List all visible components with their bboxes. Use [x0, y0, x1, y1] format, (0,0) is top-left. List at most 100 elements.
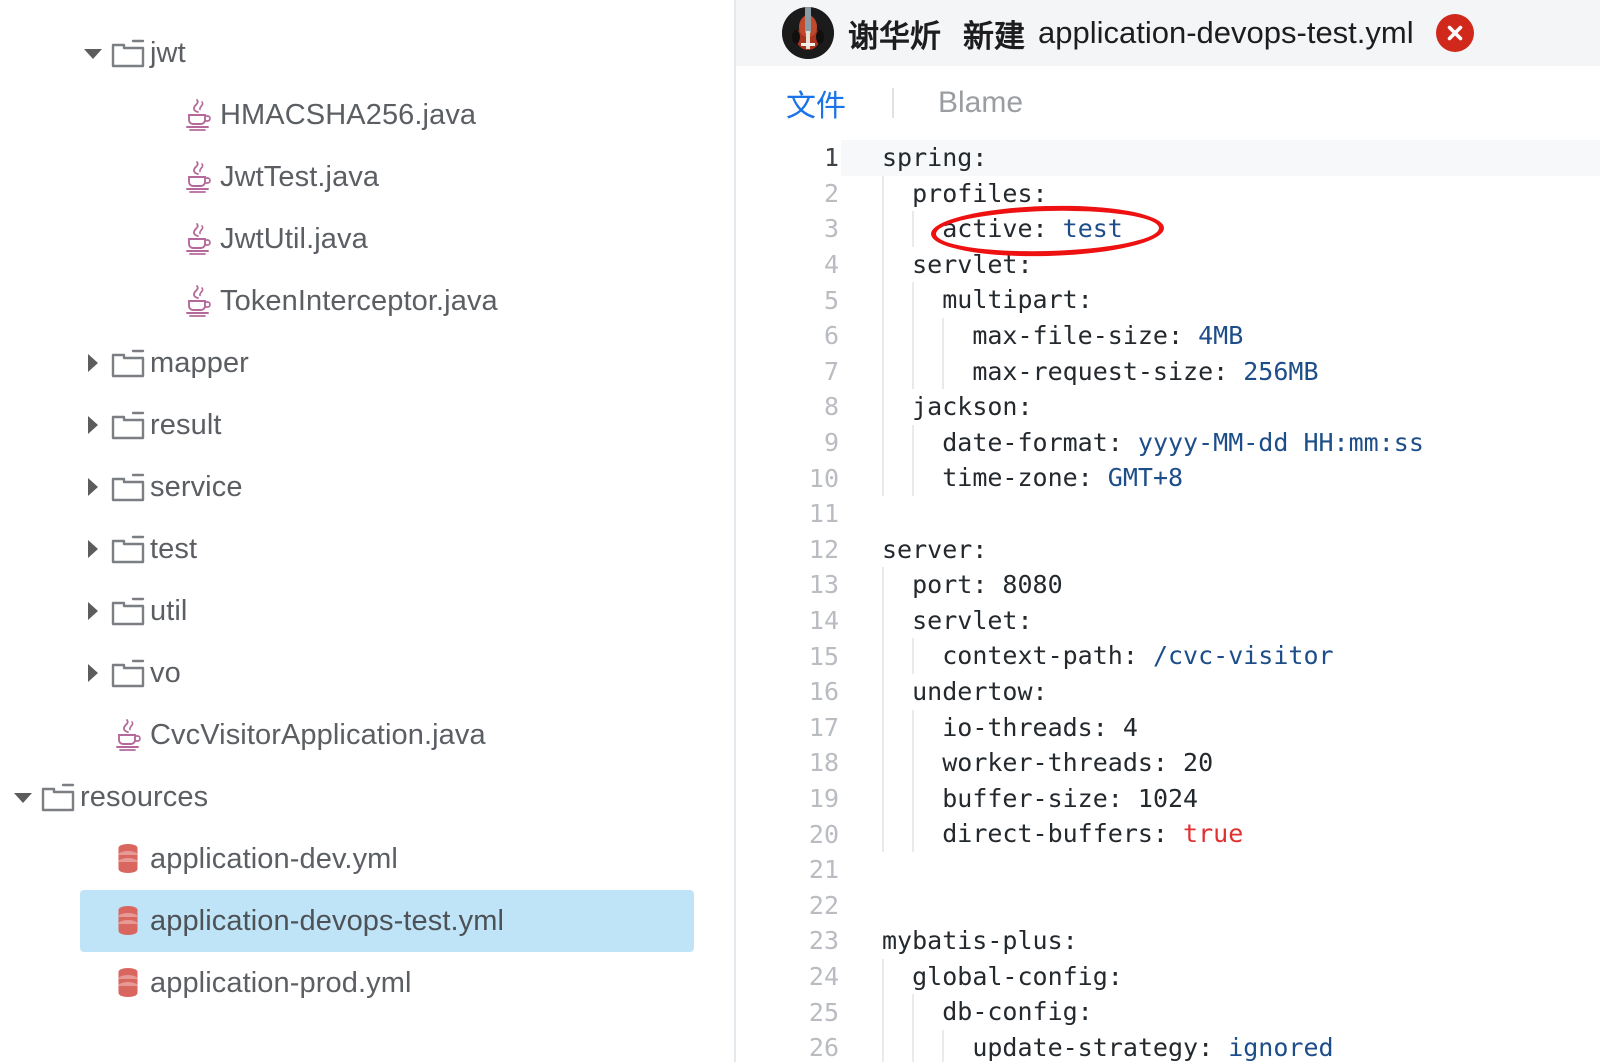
- chevron-down-icon[interactable]: [80, 40, 106, 66]
- line-number: 18: [808, 748, 839, 778]
- line-number: 23: [808, 926, 839, 956]
- code-line-content[interactable]: multipart:: [841, 282, 1600, 318]
- code-viewer[interactable]: 1 spring: 2 profiles: 3 active: test 4 servl…: [738, 140, 1600, 1062]
- code-tokens: worker-threads: 20: [942, 748, 1214, 778]
- chevron-right-icon[interactable]: [80, 598, 106, 624]
- code-line-content[interactable]: profiles:: [841, 175, 1600, 212]
- code-tokens: profiles:: [912, 178, 1048, 208]
- chevron-right-icon[interactable]: [80, 474, 106, 500]
- tree-folder-mapper[interactable]: mapper: [80, 332, 694, 394]
- yml-file-icon: [106, 966, 150, 1000]
- code-line-content[interactable]: direct-buffers: true: [841, 816, 1600, 852]
- tree-folder-vo[interactable]: vo: [80, 642, 694, 704]
- close-icon[interactable]: [1435, 14, 1474, 52]
- code-line-content[interactable]: max-file-size: 4MB: [841, 317, 1600, 354]
- code-line: 11: [738, 496, 1600, 532]
- code-line-content[interactable]: jackson:: [841, 389, 1600, 425]
- tab-file[interactable]: 文件: [782, 81, 850, 125]
- line-number: 20: [808, 819, 839, 849]
- tree-file-jwtutil[interactable]: JwtUtil.java: [150, 208, 694, 270]
- yml-file-icon: [106, 842, 150, 876]
- tree-file-app-dev[interactable]: application-dev.yml: [80, 828, 694, 890]
- tree-file-app-devops-test[interactable]: application-devops-test.yml: [80, 890, 694, 952]
- code-line-content[interactable]: worker-threads: 20: [841, 745, 1600, 781]
- tree-file-tokeninterceptor[interactable]: TokenInterceptor.java: [150, 270, 694, 332]
- tree-folder-result[interactable]: result: [80, 394, 694, 456]
- line-number: 4: [823, 250, 839, 280]
- code-line: 13 port: 8080: [738, 567, 1600, 603]
- code-line-content[interactable]: [841, 852, 1600, 888]
- code-line-content[interactable]: time-zone: GMT+8: [841, 460, 1600, 496]
- line-number: 22: [808, 890, 839, 920]
- code-line-content[interactable]: update-strategy: ignored: [841, 1029, 1600, 1062]
- chevron-right-icon[interactable]: [80, 350, 106, 376]
- tree-file-jwttest[interactable]: JwtTest.java: [150, 146, 694, 208]
- tree-item-label: service: [150, 470, 243, 503]
- code-line-content[interactable]: global-config:: [841, 958, 1600, 995]
- code-tokens: jackson:: [912, 392, 1033, 422]
- code-line-content[interactable]: db-config:: [841, 994, 1600, 1030]
- yml-file-icon: [106, 904, 150, 938]
- code-line-content[interactable]: [841, 887, 1600, 923]
- code-line: 14 servlet:: [738, 602, 1600, 639]
- folder-icon: [36, 782, 80, 812]
- tree-item-label: application-dev.yml: [150, 842, 398, 875]
- tree-item-label: CvcVisitorApplication.java: [150, 718, 486, 751]
- chevron-right-icon[interactable]: [80, 412, 106, 438]
- line-number: 12: [808, 534, 839, 564]
- line-number: 17: [808, 712, 839, 742]
- tree-folder-test[interactable]: test: [80, 518, 694, 580]
- code-tokens: multipart:: [942, 285, 1093, 315]
- line-number: 15: [808, 641, 839, 671]
- code-line-content[interactable]: port: 8080: [841, 567, 1600, 603]
- code-line-content[interactable]: servlet:: [841, 602, 1600, 639]
- code-line: 16 undertow:: [738, 673, 1600, 710]
- tree-folder-service[interactable]: service: [80, 456, 694, 518]
- chevron-right-icon[interactable]: [80, 536, 106, 562]
- code-line-content[interactable]: spring:: [841, 140, 1600, 176]
- tree-file-cvcvisitorapp[interactable]: CvcVisitorApplication.java: [80, 704, 694, 766]
- code-tokens: server:: [882, 534, 988, 564]
- file-tree-sidebar[interactable]: jwt HMACSHA256.java JwtTest.java JwtUtil.ja…: [0, 0, 736, 1062]
- code-line-content[interactable]: mybatis-plus:: [841, 923, 1600, 959]
- code-tokens: db-config:: [942, 997, 1093, 1027]
- code-line-content[interactable]: server:: [841, 532, 1600, 568]
- code-line-content[interactable]: servlet:: [841, 246, 1600, 283]
- folder-icon: [106, 658, 150, 688]
- chevron-right-icon[interactable]: [80, 660, 106, 686]
- view-mode-tabs[interactable]: 文件 Blame: [738, 66, 1600, 140]
- code-line-content[interactable]: undertow:: [841, 673, 1600, 710]
- indent-guides: [841, 887, 1600, 923]
- code-tokens: time-zone: GMT+8: [942, 463, 1184, 493]
- code-line-content[interactable]: active: test: [841, 211, 1600, 247]
- tab-blame[interactable]: Blame: [934, 86, 1027, 120]
- code-line: 19 buffer-size: 1024: [738, 780, 1600, 817]
- tree-folder-jwt[interactable]: jwt: [80, 22, 694, 84]
- code-line-content[interactable]: io-threads: 4: [841, 709, 1600, 746]
- code-line-content[interactable]: date-format: yyyy-MM-dd HH:mm:ss: [841, 424, 1600, 461]
- code-line-content[interactable]: max-request-size: 256MB: [841, 353, 1600, 390]
- twisty-spacer: [150, 164, 176, 190]
- code-tokens: direct-buffers: true: [942, 819, 1244, 849]
- tree-folder-util[interactable]: util: [80, 580, 694, 642]
- folder-icon: [106, 472, 150, 502]
- tree-file-hmacsha256[interactable]: HMACSHA256.java: [150, 84, 694, 146]
- java-file-icon: [106, 718, 150, 752]
- java-file-icon: [176, 284, 220, 318]
- line-number: 9: [823, 428, 839, 458]
- code-line: 6 max-file-size: 4MB: [738, 317, 1600, 354]
- line-number: 26: [808, 1033, 839, 1062]
- line-number: 6: [823, 321, 839, 351]
- tree-item-label: test: [150, 532, 198, 565]
- code-tokens: port: 8080: [912, 570, 1063, 600]
- code-line: 25 db-config:: [738, 994, 1600, 1030]
- tree-file-app-prod[interactable]: application-prod.yml: [80, 952, 694, 1014]
- code-line-content[interactable]: [841, 496, 1600, 532]
- code-line-content[interactable]: context-path: /cvc-visitor: [841, 638, 1600, 674]
- code-line-content[interactable]: buffer-size: 1024: [841, 780, 1600, 817]
- code-tokens: spring:: [882, 143, 988, 172]
- tree-folder-resources[interactable]: resources: [10, 766, 694, 828]
- chevron-down-icon[interactable]: [10, 784, 36, 810]
- tab-divider: [892, 88, 894, 118]
- code-line: 21: [738, 852, 1600, 888]
